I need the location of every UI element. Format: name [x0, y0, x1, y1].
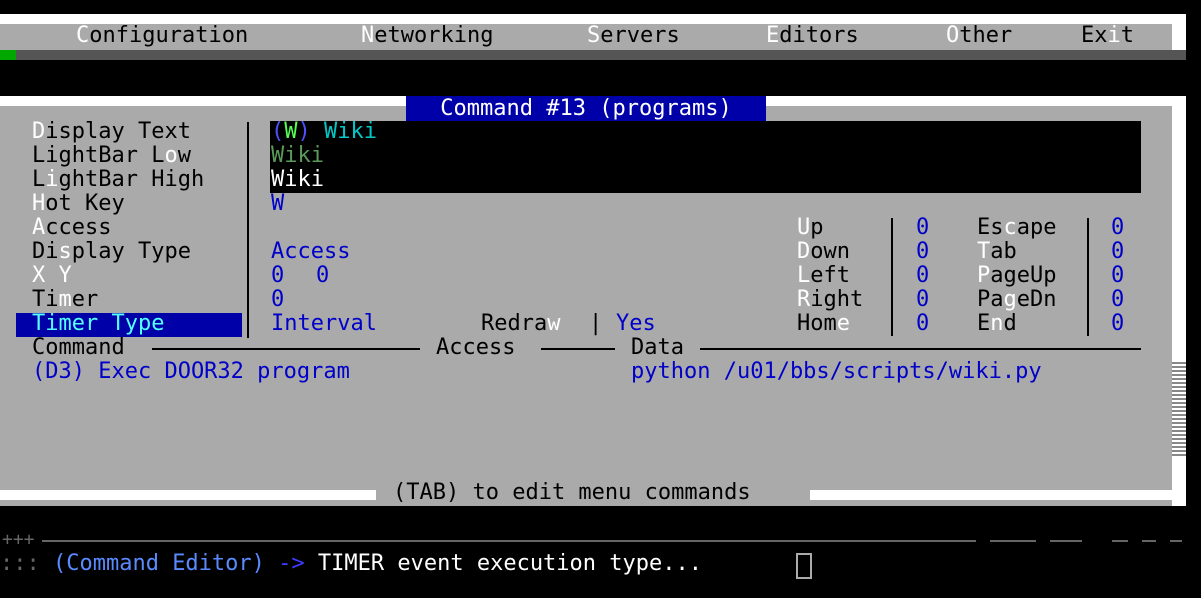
status-rule-4	[1112, 540, 1128, 542]
menu-bar-bottom-edge	[0, 50, 1186, 60]
menu-editors[interactable]: Editors	[766, 24, 859, 48]
label-lightbar-high[interactable]: LightBar High	[32, 168, 204, 192]
col-header-data: Data	[631, 335, 684, 360]
command-row-data[interactable]: python /u01/bbs/scripts/wiki.py	[631, 360, 1042, 384]
col-header-access: Access	[436, 335, 516, 360]
status-rule-3	[1050, 540, 1082, 542]
key-left-value[interactable]: 0	[916, 264, 929, 288]
keys-divider-1	[891, 218, 893, 336]
lightbar-high-row-bg	[270, 169, 1141, 193]
label-display-type[interactable]: Display Type	[32, 240, 191, 264]
text-cursor	[796, 553, 812, 579]
menu-exit[interactable]: Exit	[1081, 24, 1134, 48]
key-up-value[interactable]: 0	[916, 216, 929, 240]
label-lightbar-low[interactable]: LightBar Low	[32, 144, 191, 168]
label-x-y[interactable]: X Y	[32, 264, 72, 288]
footer-hint: (TAB) to edit menu commands	[393, 480, 751, 505]
key-pageup-value[interactable]: 0	[1111, 264, 1124, 288]
redraw-separator: |	[589, 311, 603, 336]
key-end-value[interactable]: 0	[1111, 312, 1124, 336]
menu-networking[interactable]: Networking	[361, 24, 493, 48]
menu-configuration[interactable]: Configuration	[76, 24, 248, 48]
status-editor: (Command Editor)	[52, 551, 265, 576]
command-row-command[interactable]: (D3) Exec DOOR32 program	[32, 360, 350, 384]
label-redraw[interactable]: Redraw	[481, 312, 560, 336]
key-down-label[interactable]: Down	[797, 240, 850, 264]
key-down-value[interactable]: 0	[916, 240, 929, 264]
status-rule-6	[1170, 540, 1182, 542]
key-escape-label[interactable]: Escape	[977, 216, 1057, 240]
header-rule-1	[152, 348, 420, 350]
key-pagedn-label[interactable]: PageDn	[977, 288, 1057, 312]
status-rule-5	[1142, 540, 1156, 542]
keys-divider-2	[1087, 218, 1089, 336]
key-tab-value[interactable]: 0	[1111, 240, 1124, 264]
key-pagedn-value[interactable]: 0	[1111, 288, 1124, 312]
display-text-value[interactable]: (W) Wiki	[271, 120, 377, 144]
key-up-label[interactable]: Up	[797, 216, 824, 240]
label-display-text[interactable]: Display Text	[32, 120, 191, 144]
status-arrow: ->	[264, 551, 318, 576]
menu-bar-corner	[0, 50, 16, 60]
status-line: ::: (Command Editor) -> TIMER event exec…	[0, 552, 702, 576]
key-pageup-label[interactable]: PageUp	[977, 264, 1056, 288]
hot-key-value[interactable]: W	[271, 192, 284, 216]
status-rule	[42, 540, 976, 542]
status-message: TIMER event execution type...	[317, 551, 702, 576]
label-access[interactable]: Access	[32, 216, 111, 240]
menu-servers[interactable]: Servers	[587, 24, 680, 48]
key-left-label[interactable]: Left	[797, 264, 850, 288]
redraw-value[interactable]: Yes	[616, 312, 656, 336]
label-hot-key[interactable]: Hot Key	[32, 192, 125, 216]
key-home-value[interactable]: 0	[916, 312, 929, 336]
lightbar-high-value[interactable]: Wiki	[271, 168, 324, 192]
timer-value[interactable]: 0	[271, 288, 284, 312]
header-rule-3	[700, 348, 1141, 350]
key-end-label[interactable]: End	[977, 312, 1017, 336]
key-right-value[interactable]: 0	[916, 288, 929, 312]
scrollbar[interactable]	[1172, 360, 1186, 458]
timer-type-value[interactable]: Interval	[271, 312, 377, 336]
display-type-value[interactable]: Access	[271, 240, 350, 264]
status-plus-marks: +++	[2, 529, 35, 550]
label-divider	[247, 122, 249, 338]
status-rule-2	[990, 540, 1036, 542]
key-tab-label[interactable]: Tab	[977, 240, 1017, 264]
label-timer-type[interactable]: Timer Type	[32, 312, 164, 336]
key-home-label[interactable]: Home	[797, 312, 850, 336]
key-right-label[interactable]: Right	[797, 288, 863, 312]
lightbar-low-row-bg	[270, 145, 1141, 169]
label-timer[interactable]: Timer	[32, 288, 98, 312]
window-title: Command #13 (programs)	[406, 96, 766, 122]
menu-bar-right-edge	[1172, 14, 1186, 50]
menu-other[interactable]: Other	[946, 24, 1012, 48]
lightbar-low-value[interactable]: Wiki	[271, 144, 324, 168]
status-prefix: :::	[0, 551, 53, 576]
key-escape-value[interactable]: 0	[1111, 216, 1124, 240]
y-value[interactable]: 0	[316, 264, 329, 288]
x-value[interactable]: 0	[271, 264, 284, 288]
header-rule-2	[541, 348, 615, 350]
display-text-row-bg	[270, 121, 1141, 145]
col-header-command: Command	[32, 335, 125, 360]
